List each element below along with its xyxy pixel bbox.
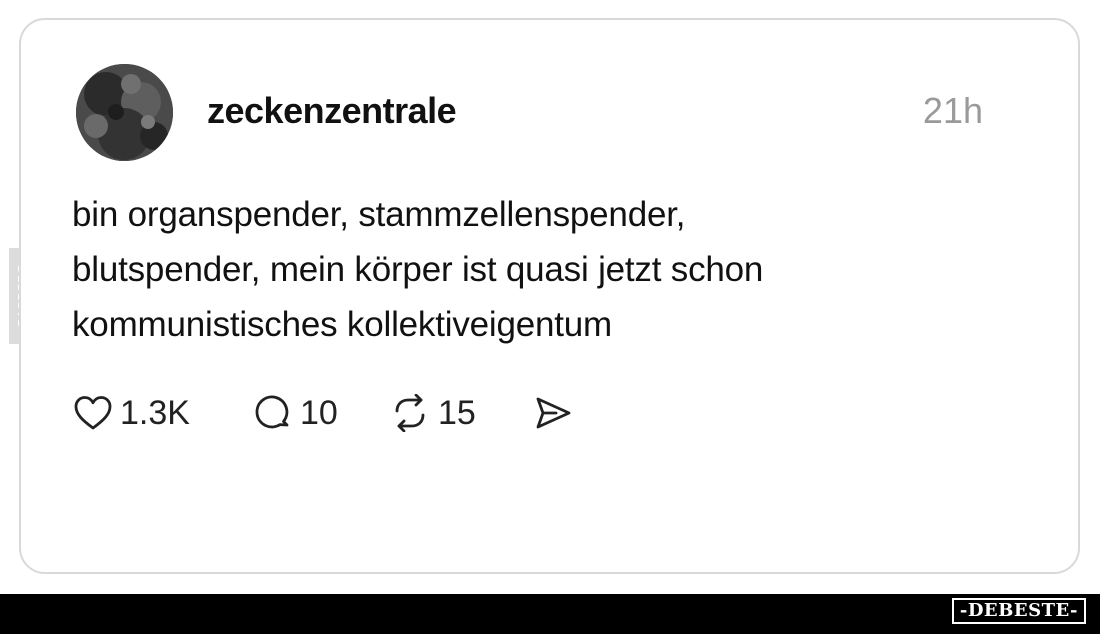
post-text-line: kommunistisches kollektiveigentum (72, 305, 613, 344)
repost-count: 15 (438, 394, 476, 432)
brand-watermark: -DEBESTE- (951, 598, 1086, 624)
watermark-bar: -DEBESTE- (0, 594, 1100, 634)
post-text-line: blutspender, mein körper ist quasi jetzt… (72, 250, 764, 289)
like-count: 1.3K (120, 394, 190, 432)
like-button[interactable]: 1.3K (74, 390, 190, 436)
heart-icon (74, 395, 112, 431)
post-timestamp: 21h (922, 90, 983, 131)
avatar-image (76, 64, 173, 161)
username[interactable]: zeckenzentrale (207, 89, 457, 133)
share-button[interactable] (534, 390, 572, 436)
reply-button[interactable]: 10 (254, 390, 338, 436)
repost-button[interactable]: 15 (390, 390, 476, 436)
repost-icon (390, 394, 430, 432)
screenshot-stage: DEBESTE zeckenzentrale 21h bin organspen… (0, 0, 1100, 634)
reply-count: 10 (300, 394, 338, 432)
post-text: bin organspender, stammzellenspender, bl… (72, 187, 972, 352)
send-icon (534, 396, 572, 430)
post-text-line: bin organspender, stammzellenspender, (72, 195, 686, 234)
avatar[interactable] (76, 64, 173, 161)
comment-icon (254, 394, 292, 432)
